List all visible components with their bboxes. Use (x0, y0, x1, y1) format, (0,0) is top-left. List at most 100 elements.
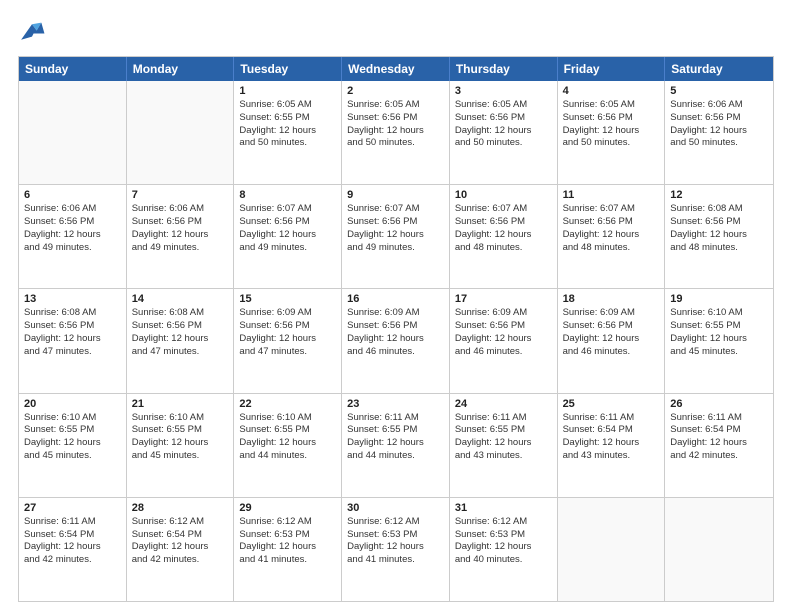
calendar-cell-29: 29 Sunrise: 6:12 AMSunset: 6:53 PMDayligh… (234, 498, 342, 601)
cell-info: Sunrise: 6:08 AMSunset: 6:56 PMDaylight:… (24, 307, 121, 358)
calendar-row-1: 1 Sunrise: 6:05 AMSunset: 6:55 PMDaylight… (19, 81, 773, 184)
logo-icon (18, 18, 46, 46)
calendar-cell-10: 10 Sunrise: 6:07 AMSunset: 6:56 PMDayligh… (450, 185, 558, 288)
calendar-cell-20: 20Sunrise: 6:10 AMSunset: 6:55 PMDayligh… (19, 394, 127, 497)
calendar-cell-empty (127, 81, 235, 184)
calendar-cell-5: 5 Sunrise: 6:06 AMSunset: 6:56 PMDaylight… (665, 81, 773, 184)
calendar-cell-3: 3 Sunrise: 6:05 AMSunset: 6:56 PMDaylight… (450, 81, 558, 184)
cell-info: Sunrise: 6:10 AMSunset: 6:55 PMDaylight:… (24, 412, 121, 463)
header-day-friday: Friday (558, 57, 666, 81)
day-number: 28 (132, 502, 229, 514)
calendar-cell-30: 30 Sunrise: 6:12 AMSunset: 6:53 PMDayligh… (342, 498, 450, 601)
day-number: 30 (347, 502, 444, 514)
day-number: 7 (132, 189, 229, 201)
calendar-cell-4: 4 Sunrise: 6:05 AMSunset: 6:56 PMDaylight… (558, 81, 666, 184)
calendar-cell-2: 2 Sunrise: 6:05 AMSunset: 6:56 PMDaylight… (342, 81, 450, 184)
calendar-cell-empty (558, 498, 666, 601)
day-number: 22 (239, 398, 336, 410)
day-number: 2 (347, 85, 444, 97)
calendar-cell-19: 19 Sunrise: 6:10 AMSunset: 6:55 PMDayligh… (665, 289, 773, 392)
header-day-thursday: Thursday (450, 57, 558, 81)
calendar-cell-18: 18 Sunrise: 6:09 AMSunset: 6:56 PMDayligh… (558, 289, 666, 392)
calendar-cell-1: 1 Sunrise: 6:05 AMSunset: 6:55 PMDaylight… (234, 81, 342, 184)
calendar-cell-15: 15 Sunrise: 6:09 AMSunset: 6:56 PMDayligh… (234, 289, 342, 392)
cell-info: Sunrise: 6:11 AMSunset: 6:55 PMDaylight:… (347, 412, 444, 463)
day-number: 27 (24, 502, 121, 514)
calendar-cell-16: 16 Sunrise: 6:09 AMSunset: 6:56 PMDayligh… (342, 289, 450, 392)
cell-info: Sunrise: 6:09 AMSunset: 6:56 PMDaylight:… (563, 307, 660, 358)
calendar-cell-27: 27 Sunrise: 6:11 AMSunset: 6:54 PMDayligh… (19, 498, 127, 601)
cell-info: Sunrise: 6:05 AMSunset: 6:55 PMDaylight:… (239, 99, 336, 150)
calendar-header: SundayMondayTuesdayWednesdayThursdayFrid… (19, 57, 773, 81)
day-number: 16 (347, 293, 444, 305)
cell-info: Sunrise: 6:12 AMSunset: 6:53 PMDaylight:… (455, 516, 552, 567)
cell-info: Sunrise: 6:08 AMSunset: 6:56 PMDaylight:… (670, 203, 768, 254)
calendar-row-3: 13 Sunrise: 6:08 AMSunset: 6:56 PMDayligh… (19, 288, 773, 392)
calendar-cell-23: 23 Sunrise: 6:11 AMSunset: 6:55 PMDayligh… (342, 394, 450, 497)
cell-info: Sunrise: 6:09 AMSunset: 6:56 PMDaylight:… (455, 307, 552, 358)
cell-info: Sunrise: 6:07 AMSunset: 6:56 PMDaylight:… (455, 203, 552, 254)
cell-info: Sunrise: 6:09 AMSunset: 6:56 PMDaylight:… (347, 307, 444, 358)
day-number: 6 (24, 189, 121, 201)
day-number: 1 (239, 85, 336, 97)
day-number: 25 (563, 398, 660, 410)
calendar-cell-17: 17 Sunrise: 6:09 AMSunset: 6:56 PMDayligh… (450, 289, 558, 392)
day-number: 18 (563, 293, 660, 305)
day-number: 4 (563, 85, 660, 97)
calendar-cell-6: 6Sunrise: 6:06 AMSunset: 6:56 PMDaylight… (19, 185, 127, 288)
calendar-body: 1 Sunrise: 6:05 AMSunset: 6:55 PMDaylight… (19, 81, 773, 601)
day-number: 15 (239, 293, 336, 305)
calendar-cell-8: 8Sunrise: 6:07 AMSunset: 6:56 PMDaylight… (234, 185, 342, 288)
cell-info: Sunrise: 6:12 AMSunset: 6:53 PMDaylight:… (239, 516, 336, 567)
day-number: 3 (455, 85, 552, 97)
page: SundayMondayTuesdayWednesdayThursdayFrid… (0, 0, 792, 612)
cell-info: Sunrise: 6:11 AMSunset: 6:55 PMDaylight:… (455, 412, 552, 463)
calendar-cell-24: 24Sunrise: 6:11 AMSunset: 6:55 PMDayligh… (450, 394, 558, 497)
cell-info: Sunrise: 6:11 AMSunset: 6:54 PMDaylight:… (670, 412, 768, 463)
cell-info: Sunrise: 6:10 AMSunset: 6:55 PMDaylight:… (239, 412, 336, 463)
cell-info: Sunrise: 6:11 AMSunset: 6:54 PMDaylight:… (563, 412, 660, 463)
cell-info: Sunrise: 6:11 AMSunset: 6:54 PMDaylight:… (24, 516, 121, 567)
day-number: 23 (347, 398, 444, 410)
calendar: SundayMondayTuesdayWednesdayThursdayFrid… (18, 56, 774, 602)
cell-info: Sunrise: 6:06 AMSunset: 6:56 PMDaylight:… (670, 99, 768, 150)
day-number: 11 (563, 189, 660, 201)
cell-info: Sunrise: 6:05 AMSunset: 6:56 PMDaylight:… (563, 99, 660, 150)
day-number: 31 (455, 502, 552, 514)
calendar-row-4: 20Sunrise: 6:10 AMSunset: 6:55 PMDayligh… (19, 393, 773, 497)
day-number: 10 (455, 189, 552, 201)
header-day-monday: Monday (127, 57, 235, 81)
calendar-cell-31: 31 Sunrise: 6:12 AMSunset: 6:53 PMDayligh… (450, 498, 558, 601)
cell-info: Sunrise: 6:10 AMSunset: 6:55 PMDaylight:… (670, 307, 768, 358)
calendar-cell-22: 22 Sunrise: 6:10 AMSunset: 6:55 PMDayligh… (234, 394, 342, 497)
day-number: 29 (239, 502, 336, 514)
calendar-cell-11: 11 Sunrise: 6:07 AMSunset: 6:56 PMDayligh… (558, 185, 666, 288)
day-number: 9 (347, 189, 444, 201)
cell-info: Sunrise: 6:07 AMSunset: 6:56 PMDaylight:… (563, 203, 660, 254)
day-number: 17 (455, 293, 552, 305)
calendar-cell-7: 7Sunrise: 6:06 AMSunset: 6:56 PMDaylight… (127, 185, 235, 288)
day-number: 8 (239, 189, 336, 201)
header-day-saturday: Saturday (665, 57, 773, 81)
cell-info: Sunrise: 6:05 AMSunset: 6:56 PMDaylight:… (347, 99, 444, 150)
calendar-row-5: 27 Sunrise: 6:11 AMSunset: 6:54 PMDayligh… (19, 497, 773, 601)
cell-info: Sunrise: 6:05 AMSunset: 6:56 PMDaylight:… (455, 99, 552, 150)
day-number: 12 (670, 189, 768, 201)
calendar-cell-26: 26 Sunrise: 6:11 AMSunset: 6:54 PMDayligh… (665, 394, 773, 497)
day-number: 21 (132, 398, 229, 410)
calendar-cell-13: 13 Sunrise: 6:08 AMSunset: 6:56 PMDayligh… (19, 289, 127, 392)
day-number: 5 (670, 85, 768, 97)
calendar-row-2: 6Sunrise: 6:06 AMSunset: 6:56 PMDaylight… (19, 184, 773, 288)
day-number: 13 (24, 293, 121, 305)
header (18, 18, 774, 46)
cell-info: Sunrise: 6:12 AMSunset: 6:53 PMDaylight:… (347, 516, 444, 567)
day-number: 19 (670, 293, 768, 305)
calendar-cell-empty (665, 498, 773, 601)
calendar-cell-empty (19, 81, 127, 184)
calendar-cell-28: 28Sunrise: 6:12 AMSunset: 6:54 PMDayligh… (127, 498, 235, 601)
day-number: 14 (132, 293, 229, 305)
cell-info: Sunrise: 6:09 AMSunset: 6:56 PMDaylight:… (239, 307, 336, 358)
day-number: 26 (670, 398, 768, 410)
header-day-tuesday: Tuesday (234, 57, 342, 81)
header-day-sunday: Sunday (19, 57, 127, 81)
